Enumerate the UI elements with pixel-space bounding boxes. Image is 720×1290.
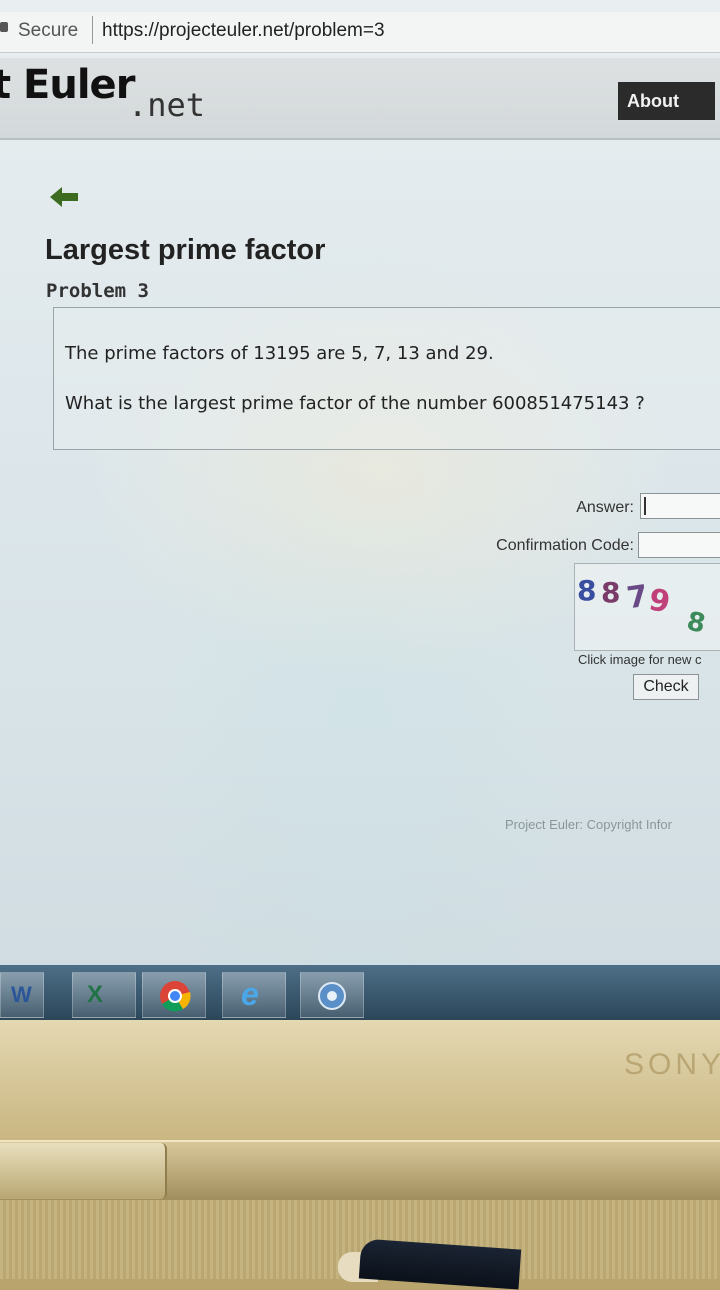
text-caret	[644, 497, 646, 515]
taskbar-internet-explorer[interactable]: e	[222, 972, 286, 1018]
confirmation-code-label: Confirmation Code:	[496, 537, 634, 554]
taskbar-excel[interactable]: X	[72, 972, 136, 1018]
captcha-char: 8	[601, 576, 621, 609]
captcha-refresh-hint[interactable]: Click image for new c	[578, 652, 702, 667]
laptop-brand-mark: SONY	[624, 1048, 720, 1081]
captcha-char: 8	[684, 606, 709, 640]
site-logo-suffix: .net	[128, 86, 206, 124]
word-icon: W	[11, 982, 32, 1007]
taskbar-word[interactable]: W	[0, 972, 44, 1018]
captcha-char: 8	[577, 574, 597, 607]
problem-statement-line-2: What is the largest prime factor of the …	[65, 393, 645, 414]
laptop-hinge-notch	[0, 1143, 167, 1199]
excel-icon: X	[87, 981, 104, 1008]
answer-label: Answer:	[576, 499, 634, 516]
taskbar-chrome[interactable]	[142, 972, 206, 1018]
captcha-image[interactable]: 8 8 7 9 8	[574, 563, 720, 651]
answer-input[interactable]	[640, 493, 720, 519]
network-icon	[318, 982, 346, 1010]
address-divider	[92, 16, 93, 44]
lock-icon	[0, 22, 8, 32]
check-button[interactable]: Check	[633, 674, 699, 700]
secure-label: Secure	[18, 20, 79, 41]
taskbar-network[interactable]	[300, 972, 364, 1018]
monitor-screen: Secure https://projecteuler.net/problem=…	[0, 0, 720, 1020]
about-nav-button[interactable]: About	[618, 82, 715, 120]
problem-title: Largest prime factor	[45, 234, 326, 266]
chrome-icon	[160, 981, 191, 1012]
back-arrow-icon[interactable]	[50, 186, 80, 208]
site-logo[interactable]: t Euler	[0, 62, 135, 108]
footer-copyright[interactable]: Project Euler: Copyright Infor	[505, 817, 672, 832]
confirmation-code-input[interactable]	[638, 532, 720, 558]
captcha-char: 9	[646, 582, 673, 621]
problem-content-box	[53, 307, 720, 450]
ie-icon: e	[241, 976, 259, 1012]
problem-statement-line-1: The prime factors of 13195 are 5, 7, 13 …	[65, 343, 494, 364]
laptop-bezel	[0, 1020, 720, 1140]
problem-number: Problem 3	[46, 280, 149, 302]
url-field[interactable]: https://projecteuler.net/problem=3	[102, 20, 385, 42]
